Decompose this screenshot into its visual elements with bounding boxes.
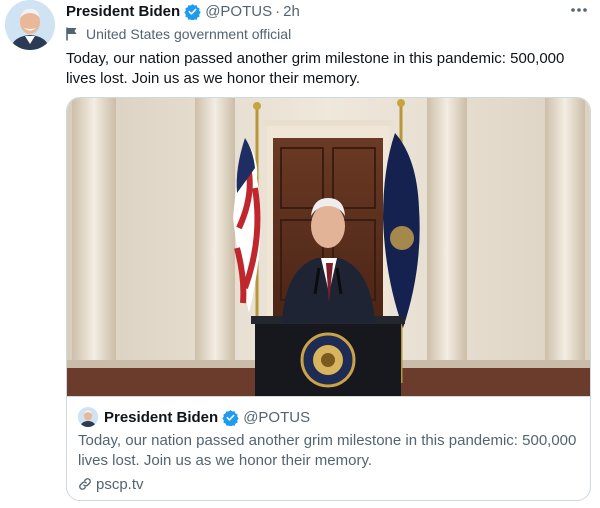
tweet-timestamp[interactable]: 2h: [283, 3, 300, 20]
author-name[interactable]: President Biden: [66, 3, 180, 20]
more-options-button[interactable]: [564, 0, 594, 18]
quoted-card-body: President Biden @POTUS Today, our nation…: [67, 396, 590, 500]
card-link-text[interactable]: pscp.tv: [96, 476, 144, 493]
account-label-text: United States government official: [86, 26, 292, 42]
account-label[interactable]: United States government official: [66, 25, 291, 43]
tweet-header: President Biden @POTUS · 2h: [66, 1, 300, 21]
author-handle[interactable]: @POTUS: [205, 3, 272, 20]
flag-icon: [66, 27, 78, 41]
verified-badge-icon: [222, 409, 239, 426]
quoted-author-handle: @POTUS: [243, 408, 311, 426]
quoted-card[interactable]: President Biden @POTUS Today, our nation…: [66, 97, 591, 501]
quoted-header: President Biden @POTUS: [78, 407, 310, 427]
card-link[interactable]: pscp.tv: [78, 474, 144, 494]
quoted-author-avatar: [78, 407, 98, 427]
more-horizontal-icon: [570, 0, 588, 18]
verified-badge-icon: [184, 3, 201, 20]
quoted-author-name: President Biden: [104, 408, 219, 426]
tweet[interactable]: President Biden @POTUS · 2h United State…: [0, 0, 600, 508]
link-icon: [78, 477, 92, 491]
video-thumbnail[interactable]: [67, 98, 590, 396]
author-avatar[interactable]: [5, 0, 55, 50]
quoted-text: Today, our nation passed another grim mi…: [78, 432, 577, 469]
separator-dot: ·: [275, 2, 281, 20]
tweet-text: Today, our nation passed another grim mi…: [66, 50, 565, 87]
